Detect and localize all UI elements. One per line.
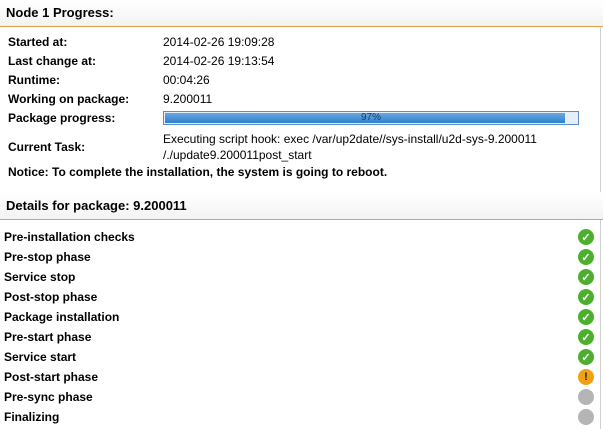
started-at-row: Started at: 2014-02-26 19:09:28 <box>8 32 274 52</box>
last-change-row: Last change at: 2014-02-26 19:13:54 <box>8 51 274 71</box>
right-border <box>600 220 601 429</box>
phase-row: Post-stop phase ✓ <box>4 287 594 307</box>
phase-label: Service stop <box>4 270 76 284</box>
phase-row: Pre-sync phase <box>4 387 594 407</box>
package-details-header: Details for package: 9.200011 <box>0 193 603 220</box>
runtime-value: 00:04:26 <box>163 73 210 87</box>
phase-row: Service start ✓ <box>4 347 594 367</box>
runtime-label: Runtime: <box>8 73 60 87</box>
check-icon: ✓ <box>578 229 594 245</box>
current-task-line-2: /./update9.200011post_start <box>163 148 312 162</box>
progress-percent-text: 97% <box>360 112 381 123</box>
phase-label: Post-stop phase <box>4 290 98 304</box>
check-icon: ✓ <box>578 329 594 345</box>
package-progress-bar: 97% <box>163 111 579 125</box>
working-package-value: 9.200011 <box>163 92 213 106</box>
phase-label: Pre-stop phase <box>4 250 91 264</box>
package-details-title: Details for package: 9.200011 <box>6 198 187 213</box>
phase-row: Service stop ✓ <box>4 267 594 287</box>
working-package-row: Working on package: 9.200011 <box>8 89 212 109</box>
phase-row: Pre-start phase ✓ <box>4 327 594 347</box>
phase-row: Pre-installation checks ✓ <box>4 227 594 247</box>
check-icon: ✓ <box>578 349 594 365</box>
phase-row: Package installation ✓ <box>4 307 594 327</box>
phase-label: Finalizing <box>4 410 60 424</box>
started-at-label: Started at: <box>8 35 68 49</box>
package-progress-row: Package progress: <box>8 108 163 128</box>
check-icon: ✓ <box>578 309 594 325</box>
phase-row: Pre-stop phase ✓ <box>4 247 594 267</box>
exclamation-icon: ! <box>578 369 594 385</box>
check-icon: ✓ <box>578 289 594 305</box>
node-progress-title: Node 1 Progress: <box>6 5 114 20</box>
current-task-row: Current Task: <box>8 137 163 157</box>
phase-label: Post-start phase <box>4 370 99 384</box>
current-task-line-1: Executing script hook: exec /var/up2date… <box>163 132 537 146</box>
phase-label: Service start <box>4 350 77 364</box>
node-progress-header: Node 1 Progress: <box>0 0 603 27</box>
working-package-label: Working on package: <box>8 92 130 106</box>
phase-label: Pre-sync phase <box>4 390 93 404</box>
last-change-label: Last change at: <box>8 54 97 68</box>
check-icon: ✓ <box>578 269 594 285</box>
phase-label: Pre-start phase <box>4 330 92 344</box>
right-border <box>600 27 601 192</box>
reboot-notice: Notice: To complete the installation, th… <box>8 165 388 179</box>
last-change-value: 2014-02-26 19:13:54 <box>163 54 275 68</box>
runtime-row: Runtime: 00:04:26 <box>8 70 210 90</box>
started-at-value: 2014-02-26 19:09:28 <box>163 35 275 49</box>
pending-icon <box>578 389 594 405</box>
check-icon: ✓ <box>578 249 594 265</box>
phase-label: Pre-installation checks <box>4 230 135 244</box>
phase-row: Finalizing <box>4 407 594 427</box>
current-task-label: Current Task: <box>8 140 86 154</box>
current-task-value: Executing script hook: exec /var/up2date… <box>163 131 583 163</box>
phase-row: Post-start phase! <box>4 367 594 387</box>
phase-label: Package installation <box>4 310 120 324</box>
pending-icon <box>578 409 594 425</box>
package-progress-label: Package progress: <box>8 111 116 125</box>
